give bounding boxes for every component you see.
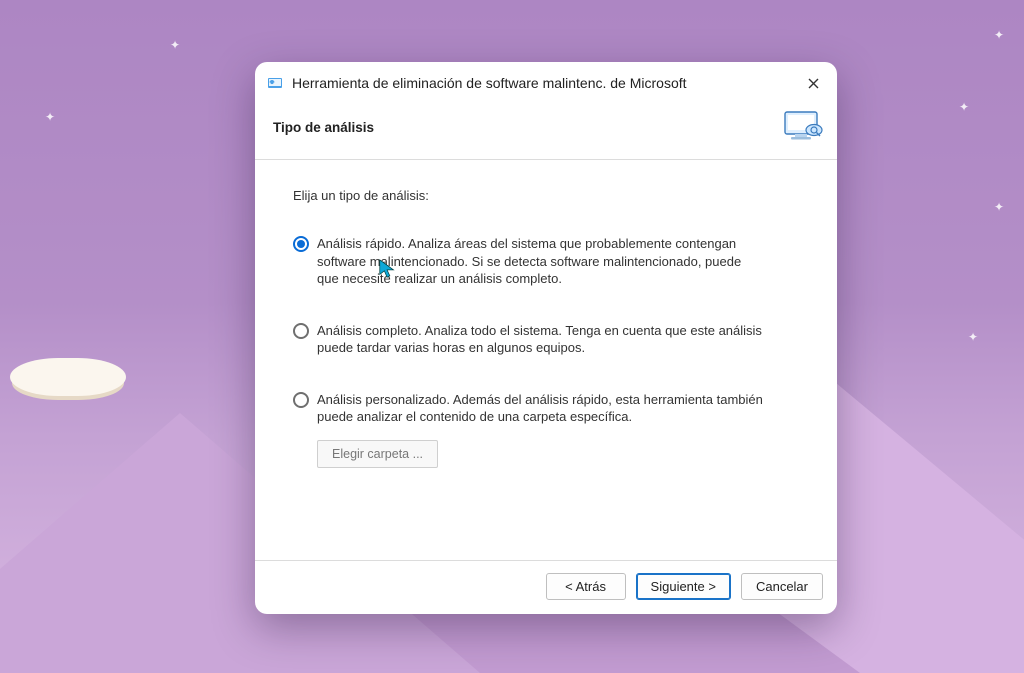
bg-star: ✦ <box>959 100 969 114</box>
option-full-scan-text: Análisis completo. Analiza todo el siste… <box>317 322 763 357</box>
bg-star: ✦ <box>45 110 55 124</box>
dialog-content: Elija un tipo de análisis: Análisis rápi… <box>255 160 837 561</box>
dialog-footer: < Atrás Siguiente > Cancelar <box>255 561 837 614</box>
close-icon <box>808 78 819 89</box>
scan-monitor-icon <box>781 107 825 147</box>
bg-star: ✦ <box>994 28 1004 42</box>
bg-star: ✦ <box>170 38 180 52</box>
option-custom-scan[interactable]: Análisis personalizado. Además del análi… <box>293 391 763 426</box>
radio-custom-scan[interactable] <box>293 392 309 408</box>
window-title: Herramienta de eliminación de software m… <box>292 75 799 91</box>
option-quick-scan-text: Análisis rápido. Analiza áreas del siste… <box>317 235 763 288</box>
prompt-text: Elija un tipo de análisis: <box>293 188 809 203</box>
radio-quick-scan[interactable] <box>293 236 309 252</box>
next-button[interactable]: Siguiente > <box>636 573 731 600</box>
bg-cloud <box>10 358 126 396</box>
radio-full-scan[interactable] <box>293 323 309 339</box>
cancel-button[interactable]: Cancelar <box>741 573 823 600</box>
mrt-dialog: Herramienta de eliminación de software m… <box>255 62 837 614</box>
option-custom-scan-text: Análisis personalizado. Además del análi… <box>317 391 763 426</box>
option-full-scan[interactable]: Análisis completo. Analiza todo el siste… <box>293 322 763 357</box>
titlebar: Herramienta de eliminación de software m… <box>255 62 837 103</box>
choose-folder-button[interactable]: Elegir carpeta ... <box>317 440 438 468</box>
app-icon <box>267 75 283 91</box>
section-title: Tipo de análisis <box>273 120 781 135</box>
close-button[interactable] <box>799 71 827 95</box>
bg-star: ✦ <box>994 200 1004 214</box>
bg-star: ✦ <box>968 330 978 344</box>
option-quick-scan[interactable]: Análisis rápido. Analiza áreas del siste… <box>293 235 763 288</box>
back-button[interactable]: < Atrás <box>546 573 626 600</box>
section-header: Tipo de análisis <box>255 103 837 160</box>
